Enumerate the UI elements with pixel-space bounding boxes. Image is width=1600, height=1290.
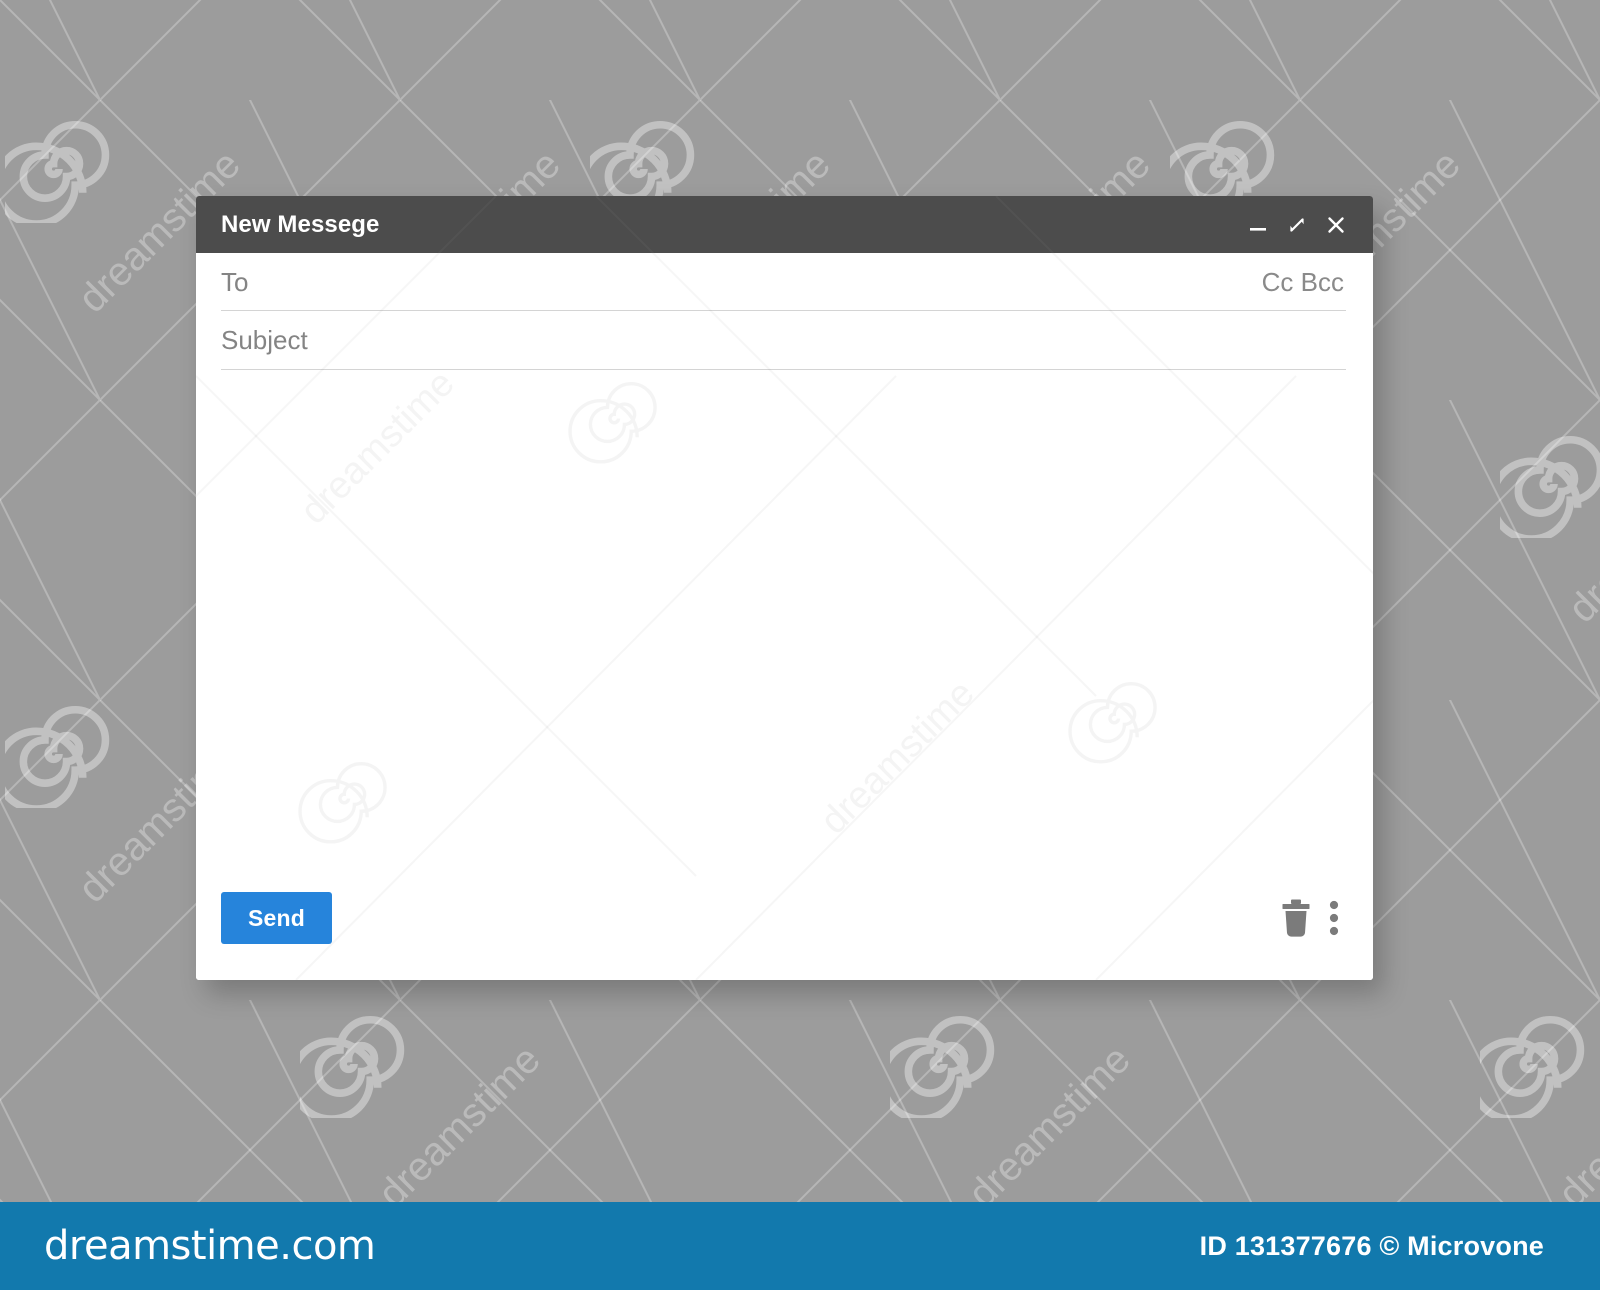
close-button[interactable]	[1325, 214, 1347, 236]
expand-button[interactable]	[1286, 214, 1308, 236]
minimize-button[interactable]	[1247, 214, 1269, 236]
page-title: New Messege	[221, 210, 380, 238]
toolbar-actions	[1279, 897, 1346, 939]
minimize-icon	[1250, 227, 1266, 231]
cc-bcc-toggle[interactable]: Cc Bcc	[1262, 269, 1346, 295]
watermark-text: dreamstime	[370, 1037, 549, 1217]
recipient-row[interactable]: To Cc Bcc	[221, 253, 1346, 311]
to-field-placeholder: To	[221, 266, 249, 297]
logo-text: dreamstime.com	[44, 1223, 376, 1269]
page-background: dreamstime dreamstime dreamstime dreamst…	[0, 0, 1600, 1290]
window-controls	[1247, 214, 1347, 236]
send-button[interactable]: Send	[221, 892, 332, 944]
close-icon	[1328, 216, 1344, 233]
expand-icon	[1290, 217, 1304, 232]
watermark-text: dreamstime	[1560, 452, 1600, 632]
message-body-input[interactable]	[221, 370, 1346, 868]
compose-body: To Cc Bcc Subject Send	[196, 253, 1373, 980]
compose-toolbar: Send	[221, 868, 1346, 980]
dreamstime-logo: dreamstime.com	[44, 1223, 376, 1269]
trash-icon	[1282, 899, 1310, 937]
watermark-text: dreamstime	[1550, 1037, 1600, 1217]
more-options-button[interactable]	[1327, 897, 1341, 939]
window-title-bar[interactable]: New Messege	[196, 196, 1373, 253]
subject-field-placeholder: Subject	[221, 325, 308, 355]
image-credit: ID 131377676 © Microvone	[1199, 1230, 1544, 1261]
subject-row[interactable]: Subject	[221, 311, 1346, 370]
compose-window: New Messege To Cc Bcc Subject Send	[196, 196, 1373, 980]
more-vertical-icon	[1329, 900, 1339, 936]
discard-button[interactable]	[1279, 897, 1313, 939]
watermark-text: dreamstime	[960, 1037, 1139, 1217]
site-footer-bar: dreamstime.com ID 131377676 © Microvone	[0, 1202, 1600, 1290]
